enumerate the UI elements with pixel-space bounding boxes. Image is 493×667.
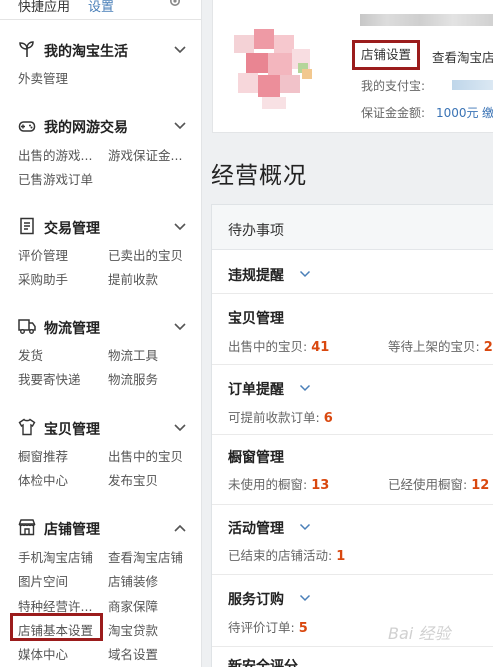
storefront-icon <box>18 519 36 536</box>
todo-row-title[interactable]: 违规提醒 <box>228 265 284 285</box>
store-settings-button[interactable]: 店铺设置 <box>352 40 420 70</box>
chevron-down-icon[interactable] <box>299 382 311 394</box>
chevron-down-icon[interactable] <box>299 592 311 604</box>
chevron-down-icon[interactable] <box>173 320 187 334</box>
todo-count: 41 <box>311 340 330 355</box>
watermark: Bai 经验 <box>388 624 451 643</box>
section-title[interactable]: 我的网游交易 <box>44 117 128 137</box>
todo-row-title[interactable]: 订单提醒 <box>228 379 284 399</box>
todo-count: 6 <box>323 411 333 426</box>
sidebar-link[interactable]: 图片空间 <box>18 571 68 590</box>
sidebar: 快捷应用 设置 我的淘宝生活 外卖管理 我的网游交易 出售的游戏... 游戏保证… <box>0 0 202 667</box>
chevron-down-icon[interactable] <box>299 268 311 280</box>
todo-panel-title: 待办事项 <box>228 223 284 239</box>
todo-row-title[interactable]: 服务订购 <box>228 589 284 609</box>
store-logo <box>232 25 332 113</box>
highlight-box <box>10 613 103 641</box>
sidebar-link[interactable]: 发布宝贝 <box>108 470 158 489</box>
todo-panel-header: 待办事项 <box>212 205 493 250</box>
sidebar-link[interactable]: 我要寄快递 <box>18 369 81 388</box>
sidebar-link[interactable]: 发货 <box>18 345 43 364</box>
document-icon <box>20 217 34 235</box>
deposit-pay-link[interactable]: 缴 <box>482 104 493 121</box>
chevron-up-icon[interactable] <box>173 521 187 535</box>
sidebar-link[interactable]: 查看淘宝店铺 <box>108 547 183 566</box>
sidebar-link[interactable]: 商家保障 <box>108 596 158 615</box>
sidebar-link[interactable]: 出售的游戏... <box>18 145 92 164</box>
sidebar-link[interactable]: 已卖出的宝贝 <box>108 245 183 264</box>
sidebar-link[interactable]: 外卖管理 <box>18 68 68 87</box>
sidebar-link[interactable]: 手机淘宝店铺 <box>18 547 93 566</box>
quick-apps-header: 快捷应用 设置 <box>0 0 201 20</box>
todo-count: 2 <box>483 340 493 355</box>
todo-row-title: 橱窗管理 <box>228 450 284 466</box>
section-title[interactable]: 店铺管理 <box>44 519 100 539</box>
alipay-account-blurred <box>452 80 493 90</box>
todo-item[interactable]: 待评价订单: 5 <box>228 617 308 636</box>
sidebar-link[interactable]: 采购助手 <box>18 269 68 288</box>
sidebar-link[interactable]: 物流服务 <box>108 369 158 388</box>
chevron-down-icon[interactable] <box>173 119 187 133</box>
sidebar-link[interactable]: 店铺装修 <box>108 571 158 590</box>
section-title[interactable]: 我的淘宝生活 <box>44 41 128 61</box>
shirt-icon <box>18 418 36 436</box>
todo-item[interactable]: 未使用的橱窗: 13 <box>228 474 329 493</box>
section-title[interactable]: 宝贝管理 <box>44 419 100 439</box>
sidebar-link[interactable]: 游戏保证金... <box>108 145 182 164</box>
chevron-down-icon[interactable] <box>173 220 187 234</box>
view-store-link[interactable]: 查看淘宝店 <box>432 47 493 66</box>
section-title[interactable]: 物流管理 <box>44 318 100 338</box>
deposit-value[interactable]: 1000元 <box>436 104 479 121</box>
todo-row-title[interactable]: 活动管理 <box>228 518 284 538</box>
sidebar-link[interactable]: 评价管理 <box>18 245 68 264</box>
todo-row-title: 新安全评分 <box>228 659 298 667</box>
gamepad-icon <box>18 121 36 132</box>
sidebar-link[interactable]: 物流工具 <box>108 345 158 364</box>
sidebar-link[interactable]: 橱窗推荐 <box>18 446 68 465</box>
todo-count: 12 <box>471 478 490 493</box>
sidebar-link[interactable]: 出售中的宝贝 <box>108 446 183 465</box>
sidebar-link[interactable]: 提前收款 <box>108 269 158 288</box>
todo-item[interactable]: 已经使用橱窗: 12 <box>388 474 489 493</box>
todo-row-title: 宝贝管理 <box>228 311 284 327</box>
sidebar-link[interactable]: 体检中心 <box>18 470 68 489</box>
sprout-icon <box>19 41 34 57</box>
sidebar-link[interactable]: 媒体中心 <box>18 644 68 663</box>
quick-apps-settings-link[interactable]: 设置 <box>88 0 114 15</box>
todo-count: 5 <box>298 621 308 636</box>
todo-count: 1 <box>336 549 346 564</box>
todo-item[interactable]: 出售中的宝贝: 41 <box>228 336 329 355</box>
store-name-blurred <box>360 14 493 26</box>
alipay-label: 我的支付宝: <box>361 79 426 93</box>
chevron-down-icon[interactable] <box>299 521 311 533</box>
deposit-label: 保证金金额: <box>361 106 426 120</box>
todo-item[interactable]: 已结束的店铺活动: 1 <box>228 545 345 564</box>
chevron-down-icon[interactable] <box>173 43 187 57</box>
quick-apps-title: 快捷应用 <box>18 0 71 15</box>
chevron-down-icon[interactable] <box>173 421 187 435</box>
todo-item[interactable]: 可提前收款订单: 6 <box>228 407 333 426</box>
sidebar-link[interactable]: 淘宝贷款 <box>108 620 158 639</box>
todo-item[interactable]: 等待上架的宝贝: 2 <box>388 336 493 355</box>
gear-icon[interactable] <box>168 0 182 8</box>
todo-count: 13 <box>311 478 330 493</box>
sidebar-link[interactable]: 域名设置 <box>108 644 158 663</box>
truck-icon <box>18 319 36 334</box>
section-title[interactable]: 交易管理 <box>44 218 100 238</box>
sidebar-link[interactable]: 已售游戏订单 <box>18 169 93 188</box>
overview-title: 经营概况 <box>211 163 307 189</box>
